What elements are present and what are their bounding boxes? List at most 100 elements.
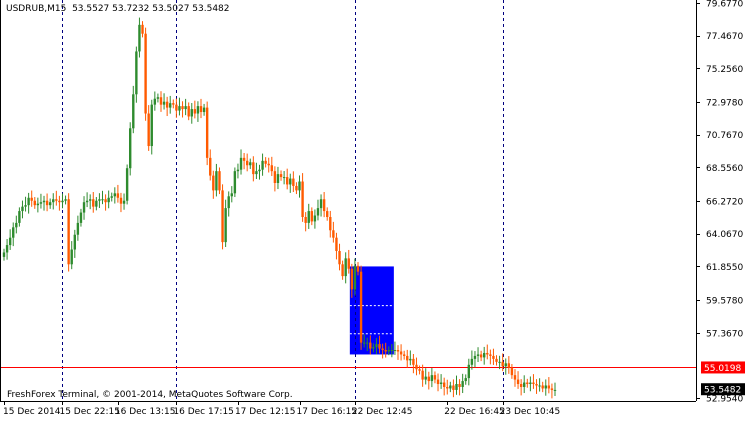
candle-body <box>45 200 49 206</box>
candle-body <box>190 109 193 117</box>
candle-body <box>538 385 541 387</box>
candle-body <box>510 367 514 376</box>
candle-body <box>535 384 538 386</box>
candle-body <box>507 363 511 368</box>
candle-body <box>486 352 489 355</box>
candle-body <box>82 202 86 213</box>
candle-body <box>33 200 36 206</box>
candle-body <box>430 375 434 382</box>
candle-body <box>516 379 520 385</box>
price-chart[interactable]: 79.6770 77.4670 75.2560 72.9780 70.7670 68.55… <box>0 0 745 421</box>
candle-body <box>24 205 27 207</box>
candle-body <box>92 199 95 207</box>
candle-body <box>446 386 449 389</box>
candle-body <box>12 227 15 238</box>
candle-body <box>273 171 277 183</box>
candle-body <box>464 378 467 382</box>
candle-body <box>15 222 18 228</box>
x-tick-label: 17 Dec 12:15 <box>235 407 296 417</box>
candle-body <box>344 258 347 277</box>
y-tick-label: 52.9540 <box>706 395 743 405</box>
candle-body <box>209 157 212 176</box>
candle-body <box>122 200 126 204</box>
candle-body <box>267 163 270 166</box>
candle-body <box>178 106 181 111</box>
candle-body <box>270 165 274 172</box>
candle-body <box>2 252 6 257</box>
y-tick-label: 72.9780 <box>706 99 743 109</box>
candle-body <box>85 200 89 203</box>
candle-body <box>332 230 335 238</box>
candle-body <box>452 385 455 390</box>
candle-body <box>547 385 551 389</box>
candle-body <box>36 203 40 206</box>
candle-body <box>553 389 557 391</box>
candle-body <box>205 107 209 158</box>
candle-body <box>458 384 461 387</box>
candle-body <box>261 160 264 170</box>
candle-body <box>52 199 55 203</box>
candle-body <box>449 385 452 389</box>
candle-body <box>350 268 354 290</box>
y-tick-label: 68.5560 <box>706 164 743 174</box>
x-tick-label: 16 Dec 13:15 <box>115 407 176 417</box>
candle-body <box>341 264 344 277</box>
y-tick-label: 61.8550 <box>706 263 743 273</box>
candle-body <box>399 351 403 355</box>
candle-body <box>212 175 215 191</box>
candle-body <box>381 348 384 351</box>
x-tick-label: 17 Dec 16:15 <box>297 407 358 417</box>
chart-window[interactable]: 79.6770 77.4670 75.2560 72.9780 70.7670 68.55… <box>0 0 745 421</box>
candle-body <box>172 103 175 105</box>
candle-body <box>492 355 495 359</box>
candle-body <box>239 157 243 170</box>
candle-body <box>230 193 233 197</box>
candle-body <box>523 382 526 387</box>
candle-body <box>295 185 298 191</box>
candle-body <box>319 199 323 209</box>
x-tick-label: 16 Dec 17:15 <box>173 407 234 417</box>
candle-body <box>282 177 286 179</box>
y-tick-label: 66.2720 <box>706 198 743 208</box>
candle-body <box>519 384 523 387</box>
candle-body <box>362 342 366 344</box>
x-tick-label: 15 Dec 2014 <box>3 407 61 417</box>
candle-body <box>532 382 535 385</box>
candle-body <box>153 98 157 105</box>
y-tick-label: 64.0670 <box>706 230 743 240</box>
candle-body <box>359 271 363 343</box>
candle-body <box>116 193 120 198</box>
candle-body <box>30 197 33 201</box>
level-price-tag-label: 55.0198 <box>704 364 741 374</box>
candle-body <box>418 369 421 371</box>
candle-body <box>550 388 554 390</box>
candle-body <box>279 174 283 178</box>
candle-body <box>427 376 430 382</box>
candle-body <box>304 216 307 223</box>
candle-body <box>21 206 24 212</box>
x-tick-label: 15 Dec 22:15 <box>59 407 120 417</box>
candle-body <box>541 385 544 389</box>
candle-body <box>245 160 249 166</box>
candle-body <box>322 199 326 212</box>
candle-body <box>76 222 80 235</box>
candle-body <box>353 265 357 290</box>
candle-body <box>402 354 406 356</box>
candle-body <box>48 202 52 206</box>
candle-body <box>184 106 187 110</box>
candle-body <box>479 354 483 358</box>
candle-body <box>285 177 289 185</box>
y-tick-label: 77.4670 <box>706 32 743 42</box>
candle-body <box>98 199 101 201</box>
candle-body <box>498 361 501 363</box>
candle-body <box>156 97 160 99</box>
candle-body <box>67 199 70 265</box>
candle-body <box>544 385 547 389</box>
candle-body <box>442 382 446 387</box>
x-tick-label: 22 Dec 16:45 <box>444 407 505 417</box>
candle-body <box>298 181 301 191</box>
x-tick-label: 23 Dec 10:45 <box>500 407 561 417</box>
highlight-box <box>349 266 394 355</box>
candle-body <box>461 381 464 387</box>
candle-body <box>433 375 437 380</box>
